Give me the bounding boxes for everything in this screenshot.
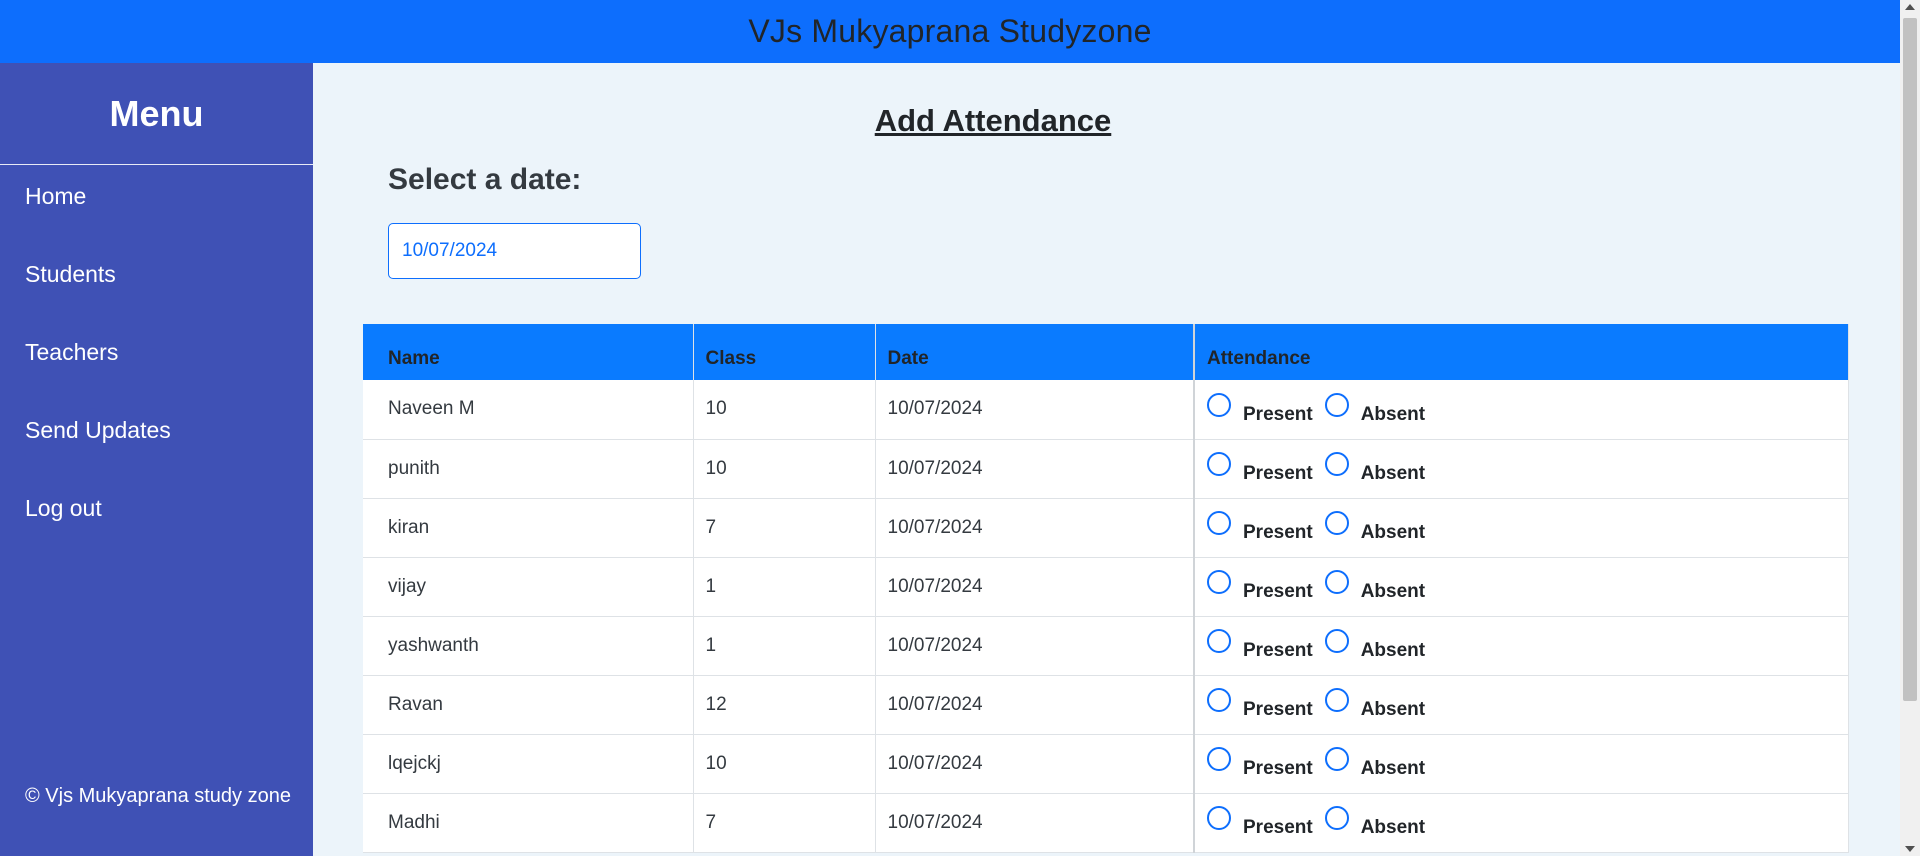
table-row: Naveen M 10 10/07/2024 Present Absent xyxy=(363,380,1849,440)
sidebar-item-logout[interactable]: Log out xyxy=(0,477,313,555)
absent-radio[interactable] xyxy=(1324,452,1349,476)
cell-name: yashwanth xyxy=(363,616,694,676)
absent-radio[interactable] xyxy=(1324,629,1349,653)
scroll-up-icon[interactable] xyxy=(1905,4,1915,10)
absent-label: Absent xyxy=(1360,522,1426,543)
cell-date: 10/07/2024 xyxy=(875,675,1195,735)
present-label: Present xyxy=(1243,403,1313,425)
absent-radio[interactable] xyxy=(1324,747,1349,771)
attendance-table: Name Class Date Attendance Naveen M 10 10/… xyxy=(363,324,1849,853)
cell-date: 10/07/2024 xyxy=(875,616,1195,676)
present-radio[interactable] xyxy=(1207,747,1231,771)
absent-label: Absent xyxy=(1360,817,1426,838)
cell-name: Ravan xyxy=(363,675,694,735)
cell-attendance: Present Absent xyxy=(1193,616,1849,676)
column-header-date: Date xyxy=(875,324,1195,380)
scroll-down-icon[interactable] xyxy=(1905,846,1915,852)
present-label: Present xyxy=(1243,640,1313,661)
present-radio[interactable] xyxy=(1207,511,1231,535)
cell-date: 10/07/2024 xyxy=(875,439,1195,499)
sidebar-item-send-updates[interactable]: Send Updates xyxy=(0,399,313,477)
sidebar-item-students[interactable]: Students xyxy=(0,243,313,321)
cell-name: Madhi xyxy=(363,793,694,853)
absent-radio[interactable] xyxy=(1324,511,1349,535)
column-header-name: Name xyxy=(363,324,694,380)
column-header-attendance: Attendance xyxy=(1193,324,1849,380)
cell-class: 12 xyxy=(693,675,876,735)
scrollbar-thumb[interactable] xyxy=(1903,18,1917,701)
present-label: Present xyxy=(1243,581,1313,602)
table-row: lqejckj 10 10/07/2024 Present Absent xyxy=(363,734,1849,794)
cell-class: 10 xyxy=(693,380,876,440)
table-header-row: Name Class Date Attendance xyxy=(363,324,1849,380)
cell-attendance: Present Absent xyxy=(1193,439,1849,499)
table-row: Madhi 7 10/07/2024 Present Absent xyxy=(363,793,1849,853)
absent-label: Absent xyxy=(1360,403,1426,425)
cell-name: lqejckj xyxy=(363,734,694,794)
absent-label: Absent xyxy=(1360,581,1426,602)
table-row: yashwanth 1 10/07/2024 Present Absent xyxy=(363,616,1849,676)
cell-date: 10/07/2024 xyxy=(875,793,1195,853)
cell-date: 10/07/2024 xyxy=(875,557,1195,617)
absent-radio[interactable] xyxy=(1324,570,1349,594)
absent-label: Absent xyxy=(1360,758,1426,779)
cell-attendance: Present Absent xyxy=(1193,557,1849,617)
main-content: Add Attendance Select a date: Name Class… xyxy=(313,63,1900,856)
cell-class: 10 xyxy=(693,734,876,794)
date-label: Select a date: xyxy=(388,163,582,196)
cell-name: punith xyxy=(363,439,694,499)
cell-class: 7 xyxy=(693,793,876,853)
present-radio[interactable] xyxy=(1207,688,1231,712)
site-title: VJs Mukyaprana Studyzone xyxy=(748,13,1152,49)
cell-attendance: Present Absent xyxy=(1193,380,1849,440)
absent-radio[interactable] xyxy=(1324,688,1349,712)
top-header: VJs Mukyaprana Studyzone xyxy=(0,0,1900,63)
present-radio[interactable] xyxy=(1207,570,1231,594)
present-radio[interactable] xyxy=(1207,452,1231,476)
vertical-scrollbar[interactable] xyxy=(1900,0,1920,856)
sidebar-title: Menu xyxy=(0,63,313,165)
present-radio[interactable] xyxy=(1207,392,1231,417)
cell-date: 10/07/2024 xyxy=(875,734,1195,794)
table-row: punith 10 10/07/2024 Present Absent xyxy=(363,439,1849,499)
cell-class: 1 xyxy=(693,616,876,676)
present-label: Present xyxy=(1243,463,1313,484)
present-radio[interactable] xyxy=(1207,629,1231,653)
cell-date: 10/07/2024 xyxy=(875,380,1195,440)
present-label: Present xyxy=(1243,522,1313,543)
absent-radio[interactable] xyxy=(1324,806,1349,830)
cell-class: 1 xyxy=(693,557,876,617)
sidebar-item-teachers[interactable]: Teachers xyxy=(0,321,313,399)
cell-attendance: Present Absent xyxy=(1193,675,1849,735)
absent-label: Absent xyxy=(1360,640,1426,661)
table-row: Ravan 12 10/07/2024 Present Absent xyxy=(363,675,1849,735)
present-label: Present xyxy=(1243,699,1313,720)
present-label: Present xyxy=(1243,758,1313,779)
date-input[interactable] xyxy=(388,223,641,279)
absent-label: Absent xyxy=(1360,463,1426,484)
cell-attendance: Present Absent xyxy=(1193,793,1849,853)
present-radio[interactable] xyxy=(1207,806,1231,830)
sidebar-footer: © Vjs Mukyaprana study zone xyxy=(25,785,291,807)
sidebar: Menu Home Students Teachers Send Updates… xyxy=(0,63,313,856)
cell-name: kiran xyxy=(363,498,694,558)
cell-name: Naveen M xyxy=(363,380,694,440)
table-row: kiran 7 10/07/2024 Present Absent xyxy=(363,498,1849,558)
cell-date: 10/07/2024 xyxy=(875,498,1195,558)
cell-attendance: Present Absent xyxy=(1193,498,1849,558)
absent-label: Absent xyxy=(1360,699,1426,720)
table-row: vijay 1 10/07/2024 Present Absent xyxy=(363,557,1849,617)
column-header-class: Class xyxy=(693,324,876,380)
page-title: Add Attendance xyxy=(874,103,1112,138)
sidebar-item-home[interactable]: Home xyxy=(0,165,313,243)
cell-class: 7 xyxy=(693,498,876,558)
cell-attendance: Present Absent xyxy=(1193,734,1849,794)
present-label: Present xyxy=(1243,817,1313,838)
absent-radio[interactable] xyxy=(1324,392,1349,417)
cell-class: 10 xyxy=(693,439,876,499)
cell-name: vijay xyxy=(363,557,694,617)
